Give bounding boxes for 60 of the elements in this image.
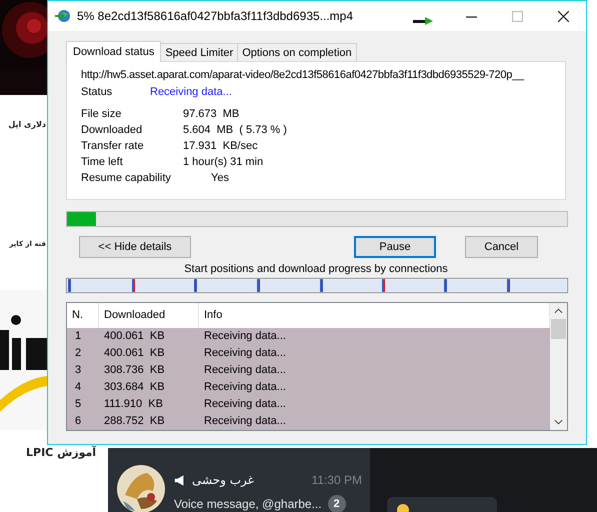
table-cell-text: Receiving data... — [203, 380, 287, 395]
dialog-button[interactable]: Cancel — [465, 236, 538, 258]
table-cell-text: 288.752 KB — [103, 414, 166, 429]
download-url: http://hw5.asset.aparat.com/aparat-video/8e2cd13f58616af0427bbfa3f11f3dbd6935529-720p__ — [81, 69, 526, 81]
page-heading: دلاری اپل — [8, 120, 46, 129]
field-label: Downloaded — [81, 124, 144, 136]
tab[interactable]: Options on completion — [237, 43, 357, 61]
field-label: Status — [81, 86, 114, 98]
table-cell-text: Receiving data... — [203, 414, 287, 429]
table-cell-text: Receiving data... — [203, 329, 287, 344]
unread-count: 2 — [328, 495, 346, 512]
table-cell-text: 6 — [74, 414, 82, 429]
table-cell-text: 308.736 KB — [103, 363, 166, 378]
field-label: Time left — [81, 156, 124, 168]
globe-icon — [55, 9, 71, 23]
table-cell-text: 303.684 KB — [103, 380, 166, 395]
table-cell-text: Receiving data... — [203, 346, 287, 361]
table-row[interactable]: 2 400.061 KB Receiving data... — [67, 345, 550, 362]
table-cell-text: 400.061 KB — [103, 346, 166, 361]
status-value: Receiving data... — [150, 86, 232, 98]
tab[interactable]: Download status — [66, 41, 162, 62]
dialog-button[interactable]: << Hide details — [79, 236, 191, 258]
field-value: 1 hour(s) 31 min — [183, 156, 264, 168]
field-value: Yes — [211, 172, 229, 184]
field-value: 97.673 MB — [183, 108, 240, 120]
tab[interactable]: Speed Limiter — [160, 43, 238, 61]
field-label: Resume capability — [81, 172, 172, 184]
table-cell-text: Receiving data... — [203, 363, 287, 378]
table-row[interactable]: 4 303.684 KB Receiving data... — [67, 379, 550, 396]
arrow-icon — [413, 17, 434, 25]
scroll-up-icon[interactable] — [554, 308, 563, 314]
table-cell-text: 4 — [74, 380, 82, 395]
field-label: File size — [81, 108, 122, 120]
table-cell-text: Receiving data... — [203, 397, 287, 412]
table-cell-text: 2 — [74, 346, 82, 361]
scroll-thumb[interactable] — [551, 319, 566, 339]
field-value: 17.931 KB/sec — [183, 140, 258, 152]
maximize-icon — [512, 10, 522, 22]
table-cell-text: 111.910 KB — [103, 397, 164, 412]
table-cell-text: 400.061 KB — [103, 329, 166, 344]
table-cell-text: 5 — [74, 397, 82, 412]
page-heading: آموزش LPIC — [26, 446, 96, 459]
table-cell-text: 3 — [74, 363, 82, 378]
scroll-down-icon[interactable] — [554, 419, 563, 425]
table-row[interactable]: 3 308.736 KB Receiving data... — [67, 362, 550, 379]
table-cell-text: 1 — [74, 329, 82, 344]
chat-name: غرب وحشی — [192, 473, 254, 487]
window-title: 5% 8e2cd13f58616af0427bbfa3f11f3dbd6935...mp4 — [77, 9, 354, 23]
table-row[interactable]: 6 288.752 KB Receiving data... — [67, 413, 550, 430]
table-row[interactable]: 5 111.910 KB Receiving data... — [67, 396, 550, 413]
field-value: 5.604 MB ( 5.73 % ) — [183, 124, 287, 136]
scrollbar[interactable] — [550, 303, 567, 430]
dialog-button[interactable]: Pause — [354, 236, 436, 258]
message-time: 11:30 PM — [312, 473, 362, 487]
table-row[interactable]: 1 400.061 KB Receiving data... — [67, 328, 550, 345]
megaphone-icon — [174, 474, 186, 486]
caption: Start positions and download progress by connections — [183, 263, 449, 277]
close-icon — [558, 10, 568, 22]
field-label: Transfer rate — [81, 140, 145, 152]
message-preview: Voice message, @gharbe... — [174, 497, 322, 511]
